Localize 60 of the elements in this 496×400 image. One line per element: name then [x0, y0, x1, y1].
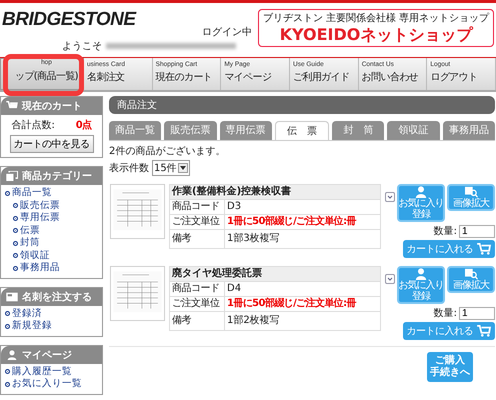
shop-banner[interactable]: ブリヂストン 主要関係会社様 専用ネットショップ KYOEIDOネットショップ [258, 9, 494, 47]
dropdown-icon [178, 163, 188, 173]
person-icon [414, 268, 428, 280]
per-page-select[interactable]: 15件 [152, 160, 190, 176]
form-drawing [110, 266, 165, 321]
section-title: 商品注文 [109, 96, 495, 114]
expand-icon[interactable] [385, 192, 395, 202]
panel-header: マイページ [1, 346, 102, 364]
person-icon [6, 350, 18, 360]
quantity-label: 数量: [434, 307, 457, 320]
cart-icon [477, 325, 491, 337]
sidebar-link[interactable]: 専用伝票 [13, 212, 60, 224]
squares-icon [6, 171, 18, 181]
product-name: 作業(整備料金)控兼検収書 [170, 184, 380, 200]
cart-icon [6, 101, 18, 111]
person-icon [414, 186, 428, 198]
table-cell: 商品コード [170, 282, 224, 296]
table-cell: 商品コード [170, 200, 224, 214]
table-cell: 備考 [170, 312, 224, 330]
sidebar-link[interactable]: 封筒 [13, 237, 40, 249]
magnifier-icon [464, 268, 478, 280]
form-drawing [110, 184, 165, 239]
sidebar-link[interactable]: 領収証 [13, 250, 50, 262]
table-cell: 1部3枚複写 [224, 230, 380, 248]
table-cell: 備考 [170, 230, 224, 248]
quantity-field[interactable]: 1 [459, 306, 495, 320]
panel-header: 名刺を注文する [1, 288, 102, 306]
expand-icon[interactable] [385, 274, 395, 284]
sidebar-link[interactable]: 購入履歴一覧 [5, 366, 72, 378]
category-tab[interactable]: 伝 票 [274, 121, 330, 140]
total-label: 合計点数: [12, 118, 55, 132]
table-cell: ご注文単位 [170, 296, 224, 312]
table-cell: D3 [224, 200, 380, 214]
sidebar-link[interactable]: 商品一覧 [5, 187, 52, 199]
result-count: 2件の商品がございます。 [109, 144, 226, 158]
sidebar-link[interactable]: お気に入り一覧 [5, 378, 82, 390]
table-cell: ご注文単位 [170, 214, 224, 230]
table-cell: D4 [224, 282, 380, 296]
per-page-label: 表示件数 [109, 162, 149, 175]
welcome-text: ようこそ [62, 40, 102, 53]
view-cart-button[interactable]: カートの中を見る [10, 135, 94, 153]
table-cell: 1冊に50部綴じ/ご注文単位:冊 [224, 214, 380, 230]
sidebar-link[interactable]: 登録済 [5, 308, 42, 320]
quantity-field[interactable]: 1 [459, 224, 495, 238]
cart-icon [477, 243, 491, 255]
sidebar-link[interactable]: 販売伝票 [13, 200, 60, 212]
table-cell: 1部2枚複写 [224, 312, 380, 330]
brand-logo: BRIDGESTONE [2, 9, 136, 31]
panel-header: 商品カテゴリー [1, 167, 102, 185]
sidebar-link[interactable]: 事務用品 [13, 262, 60, 274]
quantity-label: 数量: [434, 225, 457, 238]
table-cell: 1冊に50部綴じ/ご注文単位:冊 [224, 296, 380, 312]
login-status: ログイン中 [202, 26, 252, 39]
product-name: 廃タイヤ処理委託票 [170, 266, 380, 282]
panel-header: 現在のカート [1, 97, 102, 115]
sidebar-link[interactable]: 伝票 [13, 224, 40, 236]
card-icon [6, 292, 18, 302]
sidebar-link[interactable]: 新規登録 [5, 320, 52, 332]
total-value: 0点 [76, 118, 92, 132]
magnifier-icon [464, 186, 478, 198]
